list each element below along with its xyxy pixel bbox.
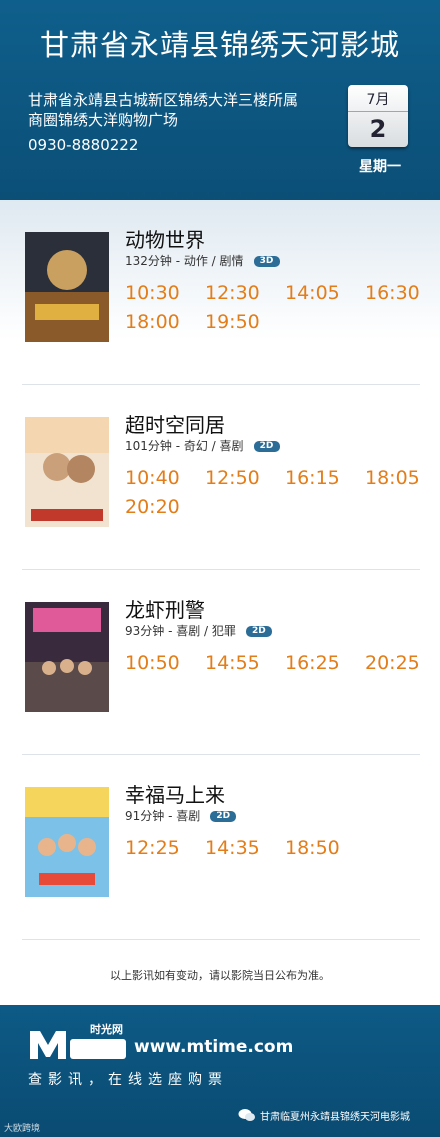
showtime[interactable]: 10:50 [125, 652, 205, 674]
showtime[interactable]: 16:15 [285, 467, 365, 489]
calendar-weekday: 星期一 [359, 159, 401, 175]
movie-title[interactable]: 龙虾刑警 [125, 594, 205, 623]
footer-slogan: 查影讯，在线选座购票 [28, 1072, 228, 1088]
schedule-notice: 以上影讯如有变动，请以影院当日公布为准。 [110, 969, 330, 982]
showtime[interactable]: 10:30 [125, 282, 205, 304]
calendar-icon: 7月 2 [348, 85, 408, 147]
movie-title[interactable]: 幸福马上来 [125, 779, 225, 808]
format-badge: 2D [253, 441, 280, 452]
calendar-month: 7月 [348, 85, 408, 112]
showtimes: 10:30 12:30 14:05 16:30 18:00 19:50 [125, 282, 425, 333]
showtime[interactable]: 19:50 [205, 311, 285, 333]
format-badge: 2D [245, 626, 272, 637]
cinema-name: 甘肃省永靖县锦绣天河影城 [39, 28, 400, 62]
showtime[interactable]: 20:25 [365, 652, 425, 674]
movie-poster[interactable] [25, 602, 109, 712]
showtimes-list: 动物世界 132分钟 - 动作 / 剧情 3D 10:30 12:30 14:05… [0, 200, 440, 1005]
showtime[interactable]: 18:50 [285, 837, 365, 859]
movie-poster[interactable] [25, 787, 109, 897]
showtimes: 10:40 12:50 16:15 18:05 20:20 [125, 467, 425, 518]
showtime[interactable]: 14:55 [205, 652, 285, 674]
showtime[interactable]: 12:50 [205, 467, 285, 489]
showtime[interactable]: 16:30 [365, 282, 425, 304]
logo-cn-text: 时光网 [90, 1023, 123, 1036]
footer: 时光网 www.mtime.com 查影讯，在线选座购票 甘肃临夏州永靖县锦绣天… [0, 997, 440, 1137]
movie-poster[interactable] [25, 232, 109, 342]
showtimes: 12:25 14:35 18:50 [125, 837, 425, 859]
showtime[interactable]: 12:30 [205, 282, 285, 304]
showtime[interactable]: 20:20 [125, 496, 205, 518]
movie-title[interactable]: 动物世界 [125, 224, 205, 253]
format-badge: 2D [210, 811, 237, 822]
watermark: 大欧跨境 [4, 1124, 41, 1134]
movie-item[interactable]: 动物世界 132分钟 - 动作 / 剧情 3D 10:30 12:30 14:05… [22, 200, 420, 385]
address-line-1: 甘肃省永靖县古城新区锦绣大洋三楼所属 [28, 91, 299, 109]
showtime[interactable]: 14:35 [205, 837, 285, 859]
wechat-account-name: 甘肃临夏州永靖县锦绣天河电影城 [260, 1112, 410, 1123]
movie-meta-text: 132分钟 - 动作 / 剧情 [125, 254, 244, 268]
showtimes: 10:50 14:55 16:25 20:25 [125, 652, 425, 674]
showtime[interactable]: 18:05 [365, 467, 425, 489]
movie-meta: 132分钟 - 动作 / 剧情 3D [125, 252, 280, 269]
movie-meta: 91分钟 - 喜剧 2D [125, 807, 237, 824]
movie-item[interactable]: 超时空同居 101分钟 - 奇幻 / 喜剧 2D 10:40 12:50 16:1… [22, 385, 420, 570]
movie-poster[interactable] [25, 417, 109, 527]
movie-meta-text: 93分钟 - 喜剧 / 犯罪 [125, 624, 236, 638]
movie-meta-text: 101分钟 - 奇幻 / 喜剧 [125, 439, 244, 453]
showtime[interactable]: 18:00 [125, 311, 205, 333]
showtime[interactable]: 16:25 [285, 652, 365, 674]
cinema-phone: 0930-8880222 [28, 136, 139, 154]
website-link[interactable]: www.mtime.com [134, 1037, 293, 1057]
address-line-2: 商圈锦绣大洋购物广场 [28, 111, 179, 129]
wechat-icon [238, 1109, 255, 1121]
calendar-day: 2 [369, 115, 387, 143]
movie-item[interactable]: 龙虾刑警 93分钟 - 喜剧 / 犯罪 2D 10:50 14:55 16:25 … [22, 570, 420, 755]
showtime[interactable]: 10:40 [125, 467, 205, 489]
movie-meta: 101分钟 - 奇幻 / 喜剧 2D [125, 437, 280, 454]
movie-item[interactable]: 幸福马上来 91分钟 - 喜剧 2D 12:25 14:35 18:50 [22, 755, 420, 940]
showtime[interactable]: 12:25 [125, 837, 205, 859]
cinema-address: 甘肃省永靖县古城新区锦绣大洋三楼所属 商圈锦绣大洋购物广场 [28, 90, 348, 130]
movie-title[interactable]: 超时空同居 [125, 409, 225, 438]
format-badge: 3D [253, 256, 280, 267]
showtime[interactable]: 14:05 [285, 282, 365, 304]
divider [22, 939, 420, 940]
header: 甘肃省永靖县锦绣天河影城 甘肃省永靖县古城新区锦绣大洋三楼所属 商圈锦绣大洋购物… [0, 0, 440, 208]
movie-meta-text: 91分钟 - 喜剧 [125, 809, 201, 823]
movie-meta: 93分钟 - 喜剧 / 犯罪 2D [125, 622, 272, 639]
